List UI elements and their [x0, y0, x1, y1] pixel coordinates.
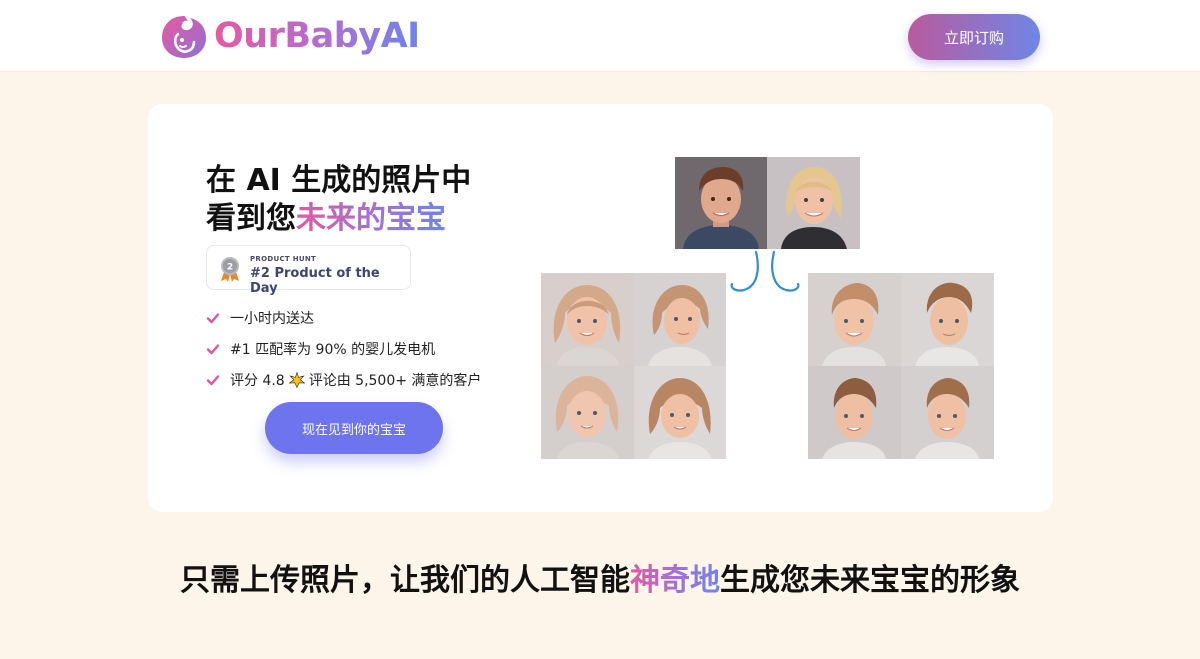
check-icon	[206, 343, 220, 354]
baby-face-logo-icon	[162, 16, 206, 58]
top-header: OurBabyAI 立即订购	[0, 0, 1200, 72]
boy-photo-1	[808, 273, 901, 366]
order-now-button[interactable]: 立即订购	[908, 14, 1040, 60]
girl-photo-2	[634, 273, 726, 366]
mother-portrait	[767, 157, 860, 249]
hero-title-plain: 看到您	[206, 201, 296, 236]
connector-arrows-icon	[730, 250, 800, 292]
rating-text: 评分 4.8	[230, 372, 285, 389]
feature-list: 一小时内送达 #1 匹配率为 90% 的婴儿发电机 评分 4.8 评论由 5,5…	[206, 302, 481, 395]
girl-photo-3	[541, 366, 634, 459]
see-your-baby-button[interactable]: 现在见到你的宝宝	[265, 402, 443, 454]
product-hunt-label: PRODUCT HUNT	[250, 255, 317, 263]
list-item: 评分 4.8 评论由 5,500+ 满意的客户	[206, 364, 481, 395]
product-hunt-badge[interactable]: 2 PRODUCT HUNT #2 Product of the Day	[206, 245, 411, 296]
hero-title-line1: 在 AI 生成的照片中	[206, 163, 472, 198]
list-item: 一小时内送达	[206, 302, 481, 333]
check-icon	[206, 374, 220, 385]
mother-photo	[767, 157, 860, 249]
tagline-before: 只需上传照片，让我们的人工智能	[180, 563, 630, 598]
feature-text: #1 匹配率为 90% 的婴儿发电机	[230, 341, 436, 358]
list-item: #1 匹配率为 90% 的婴儿发电机	[206, 333, 481, 364]
section-heading: 只需上传照片，让我们的人工智能神奇地生成您未来宝宝的形象	[140, 562, 1060, 600]
boy-photo-4	[901, 366, 994, 459]
feature-text: 一小时内送达	[230, 310, 314, 327]
girl-photo-4	[634, 366, 726, 459]
check-icon	[206, 312, 220, 323]
boy-photo-2	[901, 273, 994, 366]
hero-title-highlight: 未来的宝宝	[296, 201, 446, 236]
sparkle-star-icon	[288, 371, 305, 388]
brand-name: OurBabyAI	[214, 16, 420, 56]
father-photo	[675, 157, 767, 249]
tagline-after: 生成您未来宝宝的形象	[720, 563, 1020, 598]
review-text: 评论由 5,500+ 满意的客户	[308, 372, 482, 389]
hero-title-line2: 看到您未来的宝宝	[206, 200, 471, 238]
medal-icon: 2	[221, 257, 239, 282]
father-portrait	[675, 157, 767, 249]
medal-number: 2	[227, 263, 233, 273]
hero-title: 在 AI 生成的照片中 看到您未来的宝宝	[206, 162, 471, 238]
tagline-highlight: 神奇地	[630, 563, 720, 598]
girl-photo-1	[541, 273, 634, 366]
boy-photo-3	[808, 366, 901, 459]
brand-logo[interactable]: OurBabyAI	[160, 12, 420, 60]
product-hunt-rank: #2 Product of the Day	[250, 266, 380, 296]
